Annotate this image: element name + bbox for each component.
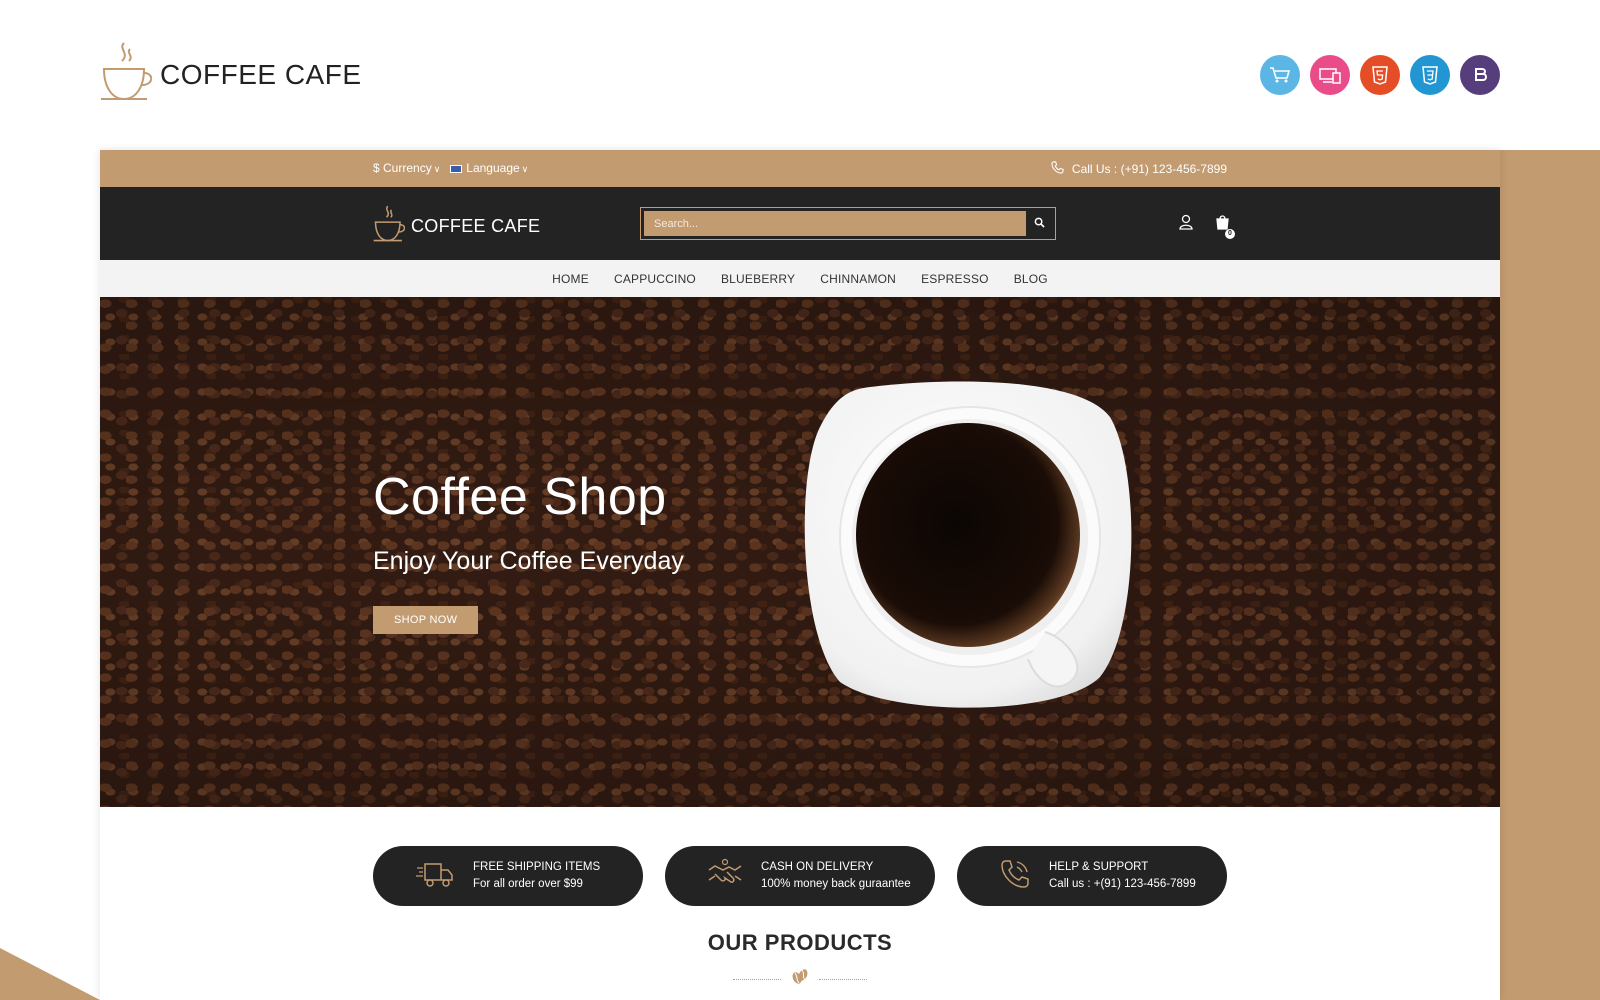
feature-help-support: HELP & SUPPORT Call us : +(91) 123-456-7… <box>957 846 1227 906</box>
showcase-brand-name: COFFEE CAFE <box>160 58 362 90</box>
hero-banner: Coffee Shop Enjoy Your Coffee Everyday S… <box>100 297 1500 807</box>
site-logo[interactable]: COFFEE CAFE <box>373 205 540 248</box>
divider-line <box>733 979 781 980</box>
showcase-logo: COFFEE CAFE <box>100 42 362 107</box>
hero-title: Coffee Shop <box>373 468 667 526</box>
features-row: FREE SHIPPING ITEMS For all order over $… <box>373 846 1227 906</box>
top-bar: $ Currency ∨ Language ∨ Call Us : (+91) 12… <box>100 150 1500 187</box>
feature-title: FREE SHIPPING ITEMS <box>473 861 601 873</box>
currency-label: $ Currency <box>373 161 432 175</box>
feature-free-shipping: FREE SHIPPING ITEMS For all order over $… <box>373 846 643 906</box>
user-account-icon[interactable] <box>1179 214 1193 235</box>
search-box <box>640 207 1056 240</box>
cart-count-badge: 0 <box>1225 229 1235 239</box>
shop-now-button[interactable]: SHOP NOW <box>373 606 479 634</box>
template-preview: $ Currency ∨ Language ∨ Call Us : (+91) 12… <box>100 150 1500 1000</box>
css3-icon <box>1410 55 1450 95</box>
bootstrap-icon <box>1460 55 1500 95</box>
coffee-cup-image <box>800 377 1140 722</box>
phone-icon <box>999 858 1031 895</box>
language-label: Language <box>466 161 520 175</box>
hero-subtitle: Enjoy Your Coffee Everyday <box>373 547 684 575</box>
nav-home[interactable]: HOME <box>552 272 589 286</box>
search-button[interactable] <box>1026 211 1052 236</box>
chevron-down-icon: ∨ <box>433 164 441 174</box>
call-us[interactable]: Call Us : (+91) 123-456-7899 <box>1051 161 1227 177</box>
section-divider <box>100 968 1500 991</box>
feature-text: Call us : +(91) 123-456-7899 <box>1049 878 1196 890</box>
feature-title: CASH ON DELIVERY <box>761 861 874 873</box>
cart-icon <box>1260 55 1300 95</box>
call-us-text: Call Us : (+91) 123-456-7899 <box>1071 162 1227 176</box>
divider-line <box>819 979 867 980</box>
flag-icon <box>450 164 463 173</box>
decorative-triangle-right <box>1500 150 1600 1000</box>
site-brand-name: COFFEE CAFE <box>411 216 541 236</box>
feature-text: 100% money back guraantee <box>761 878 911 890</box>
decorative-triangle-left <box>0 948 100 1000</box>
main-header: COFFEE CAFE 0 <box>100 187 1500 260</box>
main-navigation: HOME CAPPUCCINO BLUEBERRY CHINNAMON ESPR… <box>100 260 1500 297</box>
chevron-down-icon: ∨ <box>521 164 529 174</box>
section-title-products: OUR PRODUCTS <box>707 930 893 955</box>
feature-text: For all order over $99 <box>473 878 583 890</box>
nav-blog[interactable]: BLOG <box>1014 272 1048 286</box>
search-input[interactable] <box>644 211 1026 236</box>
nav-blueberry[interactable]: BLUEBERRY <box>721 272 795 286</box>
coffee-cup-logo-icon <box>373 205 406 248</box>
coffee-bean-icon <box>791 968 809 991</box>
coffee-cup-logo-icon <box>100 41 153 108</box>
feature-cash-on-delivery: CASH ON DELIVERY 100% money back guraant… <box>665 846 935 906</box>
handshake-icon <box>707 858 743 895</box>
cart-button[interactable]: 0 <box>1215 214 1235 239</box>
nav-cappuccino[interactable]: CAPPUCCINO <box>614 272 696 286</box>
phone-icon <box>1051 161 1064 177</box>
feature-title: HELP & SUPPORT <box>1049 861 1149 873</box>
nav-espresso[interactable]: ESPRESSO <box>921 272 989 286</box>
truck-icon <box>415 858 455 895</box>
language-dropdown[interactable]: Language ∨ <box>450 161 528 175</box>
search-icon <box>1034 215 1045 233</box>
currency-dropdown[interactable]: $ Currency ∨ <box>373 161 440 175</box>
html5-icon <box>1360 55 1400 95</box>
nav-chinnamon[interactable]: CHINNAMON <box>820 272 896 286</box>
tech-badges <box>1260 55 1500 95</box>
responsive-icon <box>1310 55 1350 95</box>
